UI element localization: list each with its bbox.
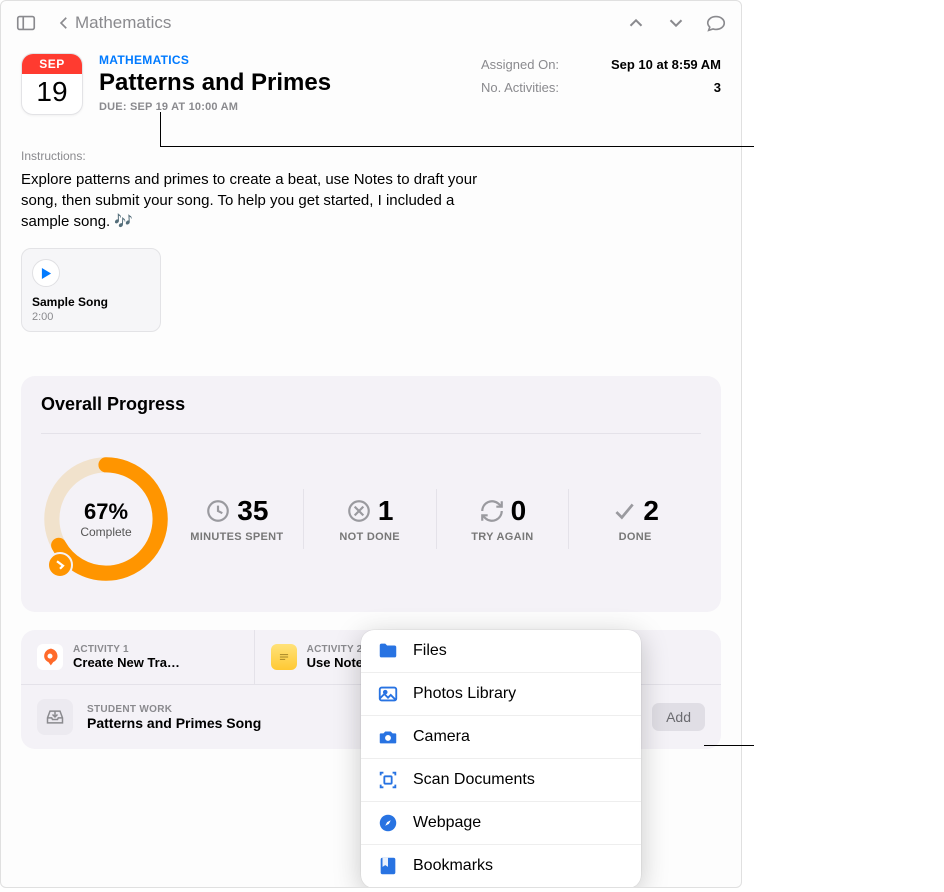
calendar-day: 19: [22, 74, 82, 108]
bookmark-icon: [377, 855, 399, 877]
stat-not-done: 1 NOT DONE: [303, 489, 436, 549]
assignment-title: Patterns and Primes: [99, 69, 465, 97]
activities-count-value: 3: [714, 80, 721, 95]
add-button[interactable]: Add: [652, 703, 705, 731]
overall-progress-card: Overall Progress 67% Complete: [21, 376, 721, 612]
popover-item-camera[interactable]: Camera: [361, 716, 641, 759]
sample-duration: 2:00: [32, 311, 150, 323]
sidebar-toggle-icon[interactable]: [15, 12, 37, 34]
assigned-on-value: Sep 10 at 8:59 AM: [611, 57, 721, 72]
stat-try-again: 0 TRY AGAIN: [436, 489, 569, 549]
subject-label: MATHEMATICS: [99, 53, 465, 67]
callout-leader: [160, 112, 161, 146]
popover-item-photos[interactable]: Photos Library: [361, 673, 641, 716]
sample-song-card[interactable]: Sample Song 2:00: [21, 248, 161, 332]
instructions-label: Instructions:: [21, 149, 721, 163]
toolbar: Mathematics: [1, 1, 741, 45]
chevron-up-icon[interactable]: [625, 12, 647, 34]
overall-progress-title: Overall Progress: [41, 394, 701, 415]
popover-item-webpage[interactable]: Webpage: [361, 802, 641, 845]
due-label: DUE: SEP 19 AT 10:00 AM: [99, 101, 465, 113]
add-source-popover: Files Photos Library Camera Scan Documen…: [361, 630, 641, 888]
instructions-text: Explore patterns and primes to create a …: [21, 169, 501, 232]
popover-item-scan[interactable]: Scan Documents: [361, 759, 641, 802]
photos-icon: [377, 683, 399, 705]
calendar-icon: SEP 19: [21, 53, 83, 115]
activity-item-1[interactable]: ACTIVITY 1 Create New Tra…: [21, 630, 255, 684]
popover-item-files[interactable]: Files: [361, 630, 641, 673]
retry-icon: [479, 498, 505, 524]
student-work-overline: STUDENT WORK: [87, 704, 261, 715]
student-work-title: Patterns and Primes Song: [87, 715, 261, 731]
assigned-on-label: Assigned On:: [481, 57, 559, 72]
assignment-header: SEP 19 MATHEMATICS Patterns and Primes D…: [21, 53, 721, 115]
progress-percent: 67%: [84, 499, 128, 525]
popover-arrow-icon: [640, 738, 641, 756]
progress-complete-label: Complete: [80, 525, 131, 539]
play-icon[interactable]: [32, 259, 60, 287]
app-window: Mathematics SEP 19 MATHEMATICS Patterns …: [0, 0, 742, 888]
garageband-icon: [37, 644, 63, 670]
sample-title: Sample Song: [32, 295, 150, 309]
stat-minutes-spent: 35 MINUTES SPENT: [171, 489, 303, 549]
chevron-down-icon[interactable]: [665, 12, 687, 34]
clock-icon: [205, 498, 231, 524]
activities-count-label: No. Activities:: [481, 80, 559, 95]
check-icon: [611, 498, 637, 524]
progress-donut: 67% Complete: [41, 454, 171, 584]
notes-icon: [271, 644, 297, 670]
comment-icon[interactable]: [705, 12, 727, 34]
not-done-icon: [346, 498, 372, 524]
back-label: Mathematics: [75, 13, 171, 33]
popover-item-bookmarks[interactable]: Bookmarks: [361, 845, 641, 888]
folder-icon: [377, 640, 399, 662]
scan-icon: [377, 769, 399, 791]
stat-done: 2 DONE: [568, 489, 701, 549]
inbox-icon: [37, 699, 73, 735]
safari-icon: [377, 812, 399, 834]
callout-leader: [704, 745, 754, 746]
camera-icon: [377, 726, 399, 748]
calendar-month: SEP: [22, 54, 82, 74]
check-badge-icon: [47, 552, 73, 578]
callout-leader: [160, 146, 754, 147]
back-button[interactable]: Mathematics: [55, 13, 171, 33]
